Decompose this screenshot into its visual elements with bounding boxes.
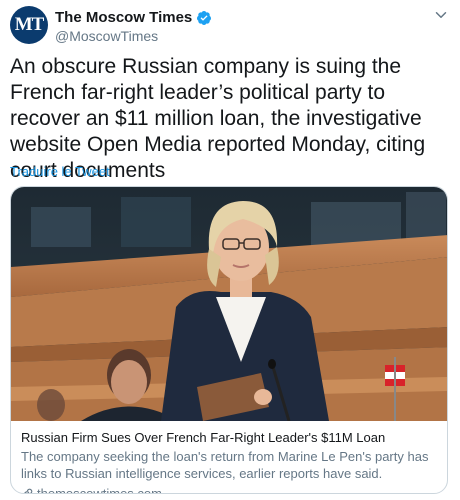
card-description: The company seeking the loan's return fr… [21, 449, 429, 481]
verified-badge-icon [197, 10, 212, 25]
translate-tweet-link[interactable]: Traduire le Tweet [10, 164, 110, 179]
link-icon [24, 488, 33, 493]
article-image [11, 187, 447, 421]
avatar-initials: MT [14, 14, 45, 35]
tweet-header: MT The Moscow Times @MoscowTimes [10, 4, 450, 48]
avatar[interactable]: MT [10, 6, 48, 44]
chevron-down-icon[interactable] [432, 6, 450, 24]
card-domain: themoscowtimes.com [37, 486, 162, 494]
display-name-row[interactable]: The Moscow Times [55, 9, 212, 26]
display-name[interactable]: The Moscow Times [55, 9, 192, 26]
account-handle[interactable]: @MoscowTimes [55, 28, 158, 44]
link-preview-card[interactable]: Russian Firm Sues Over French Far-Right … [10, 186, 448, 494]
card-body: Russian Firm Sues Over French Far-Right … [11, 421, 447, 494]
card-title[interactable]: Russian Firm Sues Over French Far-Right … [21, 429, 439, 446]
card-domain-row[interactable]: themoscowtimes.com [21, 486, 439, 494]
